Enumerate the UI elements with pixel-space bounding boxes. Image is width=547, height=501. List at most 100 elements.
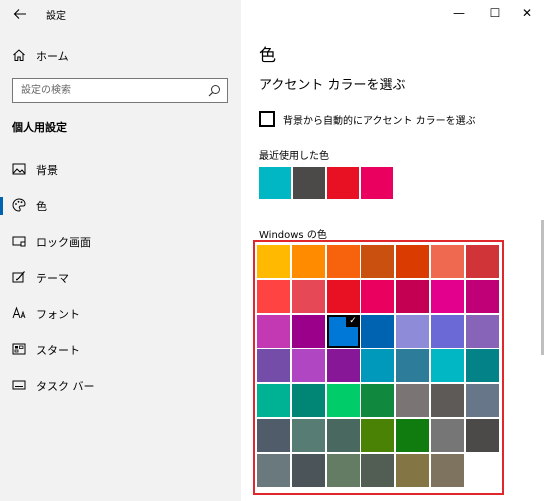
color-swatch[interactable] (292, 384, 325, 417)
recent-color-swatch[interactable] (361, 167, 393, 199)
color-swatch[interactable] (396, 384, 429, 417)
taskbar-icon (12, 380, 26, 390)
app-title: 設定 (46, 11, 66, 22)
nav-list: 背景 色 ロック画面 テーマ フォント スタート タスク バー (0, 152, 241, 404)
color-swatch[interactable] (257, 349, 290, 382)
color-swatch[interactable] (361, 349, 394, 382)
color-swatch[interactable] (361, 315, 394, 348)
title-bar: 設定 (0, 0, 241, 28)
color-swatch[interactable] (431, 245, 464, 278)
close-button[interactable]: ✕ (507, 0, 547, 28)
recent-color-swatch[interactable] (327, 167, 359, 199)
auto-accent-checkbox[interactable] (259, 111, 275, 127)
page-title: 色 (259, 46, 276, 66)
minimize-button[interactable]: — (439, 0, 479, 28)
color-swatch[interactable] (327, 419, 360, 452)
sidebar-item-label: 背景 (36, 164, 58, 177)
color-swatch[interactable] (292, 349, 325, 382)
color-swatch[interactable] (396, 315, 429, 348)
color-swatch[interactable] (361, 245, 394, 278)
color-swatch[interactable] (396, 280, 429, 313)
section-title: 個人用設定 (12, 121, 67, 134)
color-swatch[interactable] (361, 454, 394, 487)
recent-color-swatch[interactable] (259, 167, 291, 199)
image-icon (12, 163, 26, 175)
home-nav-item[interactable]: ホーム (0, 44, 241, 68)
color-swatch[interactable] (466, 245, 499, 278)
color-swatch[interactable] (431, 315, 464, 348)
color-swatch[interactable] (257, 280, 290, 313)
color-swatch[interactable] (396, 454, 429, 487)
color-swatch[interactable] (396, 419, 429, 452)
color-swatch[interactable] (257, 454, 290, 487)
color-swatch[interactable] (327, 454, 360, 487)
sidebar-item-taskbar[interactable]: タスク バー (0, 368, 241, 404)
checkmark-icon: ✓ (346, 315, 360, 327)
close-icon: ✕ (521, 6, 533, 20)
start-icon (12, 343, 26, 355)
sidebar-item-start[interactable]: スタート (0, 332, 241, 368)
color-swatch[interactable]: ✓ (327, 315, 360, 348)
color-swatch[interactable] (292, 419, 325, 452)
color-swatch[interactable] (257, 419, 290, 452)
color-swatch[interactable] (466, 419, 499, 452)
sidebar-item-label: ロック画面 (36, 236, 91, 249)
color-swatch[interactable] (257, 384, 290, 417)
sidebar-item-label: 色 (36, 200, 47, 213)
recent-color-swatch[interactable] (293, 167, 325, 199)
color-swatch[interactable] (292, 454, 325, 487)
theme-icon (12, 271, 25, 283)
palette-icon (12, 198, 26, 212)
windows-color-grid: ✓ (257, 245, 499, 490)
color-swatch[interactable] (292, 315, 325, 348)
font-icon (12, 306, 26, 319)
color-swatch[interactable] (292, 245, 325, 278)
sidebar-item-themes[interactable]: テーマ (0, 260, 241, 296)
color-swatch[interactable] (257, 315, 290, 348)
color-swatch[interactable] (431, 419, 464, 452)
sidebar-item-label: タスク バー (36, 380, 95, 393)
sidebar-item-background[interactable]: 背景 (0, 152, 241, 188)
color-swatch[interactable] (292, 280, 325, 313)
sidebar-item-lock-screen[interactable]: ロック画面 (0, 224, 241, 260)
color-swatch[interactable] (431, 454, 464, 487)
color-swatch[interactable] (361, 280, 394, 313)
minimize-icon: — (453, 6, 465, 20)
search-input[interactable] (21, 83, 201, 98)
home-icon (13, 49, 25, 61)
accent-color-heading: アクセント カラーを選ぶ (259, 78, 406, 93)
color-swatch[interactable] (257, 245, 290, 278)
home-label: ホーム (36, 50, 69, 63)
selection-indicator (0, 197, 3, 215)
color-swatch[interactable] (431, 280, 464, 313)
scrollbar-thumb[interactable] (541, 220, 544, 355)
color-swatch[interactable] (431, 384, 464, 417)
color-swatch[interactable] (327, 280, 360, 313)
sidebar-item-fonts[interactable]: フォント (0, 296, 241, 332)
maximize-icon: ☐ (489, 6, 501, 20)
sidebar-item-label: テーマ (36, 272, 69, 285)
lock-screen-icon (12, 236, 26, 247)
color-swatch[interactable] (396, 349, 429, 382)
sidebar-item-colors[interactable]: 色 (0, 188, 241, 224)
search-icon[interactable] (208, 84, 221, 97)
color-swatch[interactable] (327, 349, 360, 382)
back-button[interactable] (10, 4, 30, 24)
color-swatch[interactable] (466, 315, 499, 348)
search-box[interactable] (12, 78, 228, 103)
color-swatch[interactable] (361, 384, 394, 417)
color-swatch[interactable] (466, 384, 499, 417)
color-swatch[interactable] (327, 245, 360, 278)
sidebar: 設定 ホーム 個人用設定 背景 (0, 0, 241, 501)
color-swatch[interactable] (431, 349, 464, 382)
auto-accent-label: 背景から自動的にアクセント カラーを選ぶ (283, 116, 476, 127)
back-arrow-icon (13, 9, 26, 19)
color-swatch[interactable] (466, 349, 499, 382)
sidebar-item-label: スタート (36, 344, 80, 357)
color-swatch[interactable] (361, 419, 394, 452)
color-swatch[interactable] (396, 245, 429, 278)
color-swatch[interactable] (466, 280, 499, 313)
color-swatch[interactable] (327, 384, 360, 417)
recent-colors-label: 最近使用した色 (259, 151, 329, 162)
color-swatch[interactable] (466, 454, 499, 487)
